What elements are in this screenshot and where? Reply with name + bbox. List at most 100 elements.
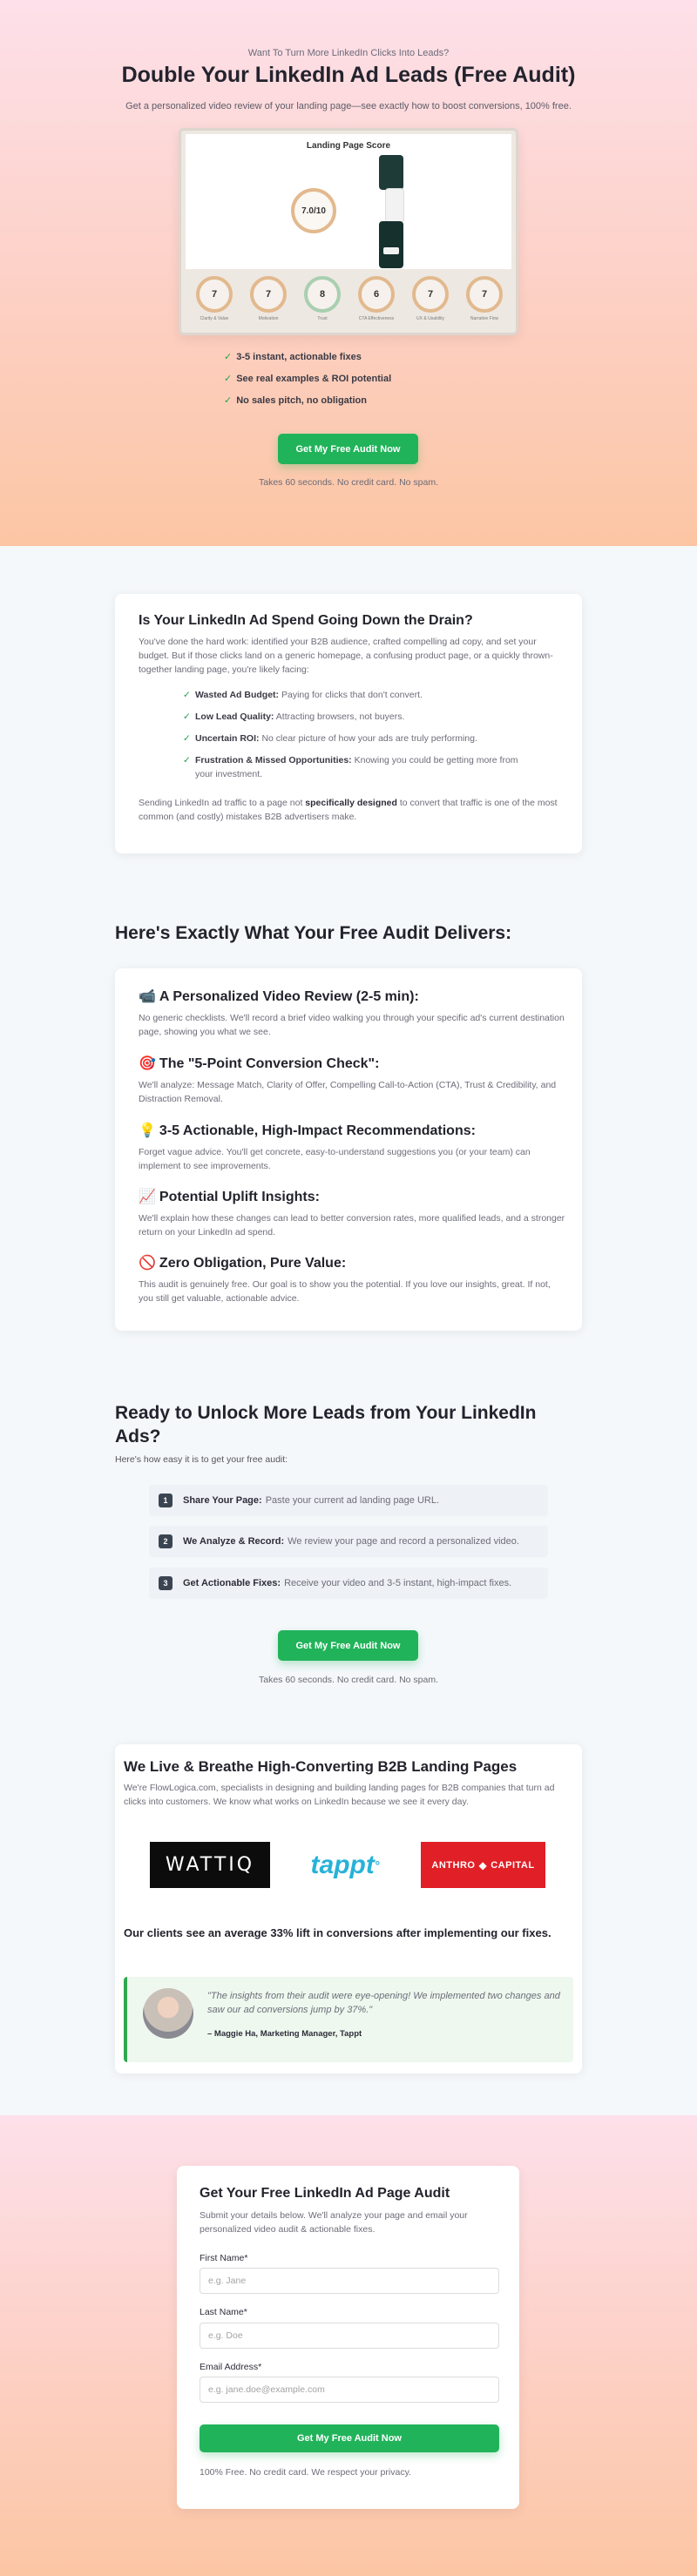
phone-screenshot [379, 221, 403, 268]
cta-note: Takes 60 seconds. No credit card. No spa… [258, 1675, 438, 1685]
score-ring: 8 [304, 276, 341, 313]
deliverable-title: 3-5 Actionable, High-Impact Recommendati… [159, 1123, 476, 1138]
testimonial: "The insights from their audit were eye-… [124, 1977, 573, 2062]
check-icon: ✓ [183, 755, 191, 765]
category-score: 7 Clarity & Value [191, 276, 238, 321]
deliverable-title: Potential Uplift Insights: [159, 1190, 320, 1204]
problem-item: ✓ Low Lead Quality: Attracting browsers, … [183, 711, 405, 722]
problem-intro: You've done the hard work: identified yo… [139, 637, 553, 675]
hero-title: Double Your LinkedIn Ad Leads (Free Audi… [121, 63, 576, 87]
submit-audit-button[interactable]: Get My Free Audit Now [200, 2424, 499, 2452]
category-score: 7 Motivation [245, 276, 292, 321]
score-ring: 6 [358, 276, 395, 313]
testimonial-quote: "The insights from their audit were eye-… [207, 1991, 560, 2015]
deliverable-item: 💡 3-5 Actionable, High-Impact Recommendat… [139, 1122, 565, 1173]
target-icon: 🎯 [139, 1056, 156, 1071]
last-name-label: Last Name* [200, 2307, 247, 2317]
score-ring: 7 [250, 276, 287, 313]
anthro-capital-logo: ANTHRO ◆ CAPITAL [421, 1842, 545, 1888]
problem-list: ✓ Wasted Ad Budget: Paying for clicks tha… [183, 688, 531, 789]
last-name-field[interactable] [200, 2323, 499, 2349]
category-score: 6 CTA Effectiveness [353, 276, 400, 321]
category-scores: 7 Clarity & Value 7 Motivation 8 Trust 6… [186, 273, 511, 334]
about-intro: We're FlowLogica.com, specialists in des… [124, 1783, 555, 1807]
deliverable-item: 📹 A Personalized Video Review (2-5 min): … [139, 988, 565, 1039]
chart-up-icon: 📈 [139, 1190, 156, 1204]
about-title: We Live & Breathe High-Converting B2B La… [124, 1758, 518, 1775]
deliverable-title: Zero Obligation, Pure Value: [159, 1256, 347, 1271]
email-field[interactable] [200, 2377, 499, 2403]
deliverable-text: This audit is genuinely free. Our goal i… [139, 1279, 551, 1304]
deliverable-item: 🚫 Zero Obligation, Pure Value: This audit… [139, 1254, 565, 1305]
check-icon: ✓ [224, 395, 233, 406]
hero-section: Want To Turn More LinkedIn Clicks Into L… [0, 0, 697, 546]
score-label: CTA Effectiveness [358, 316, 395, 321]
problem-title: Is Your LinkedIn Ad Spend Going Down the… [139, 613, 473, 628]
score-ring: 7 [412, 276, 449, 313]
anthro-mark-icon: ◆ [478, 1858, 488, 1871]
score-ring: 7 [466, 276, 503, 313]
avatar [143, 1988, 193, 2039]
check-icon: ✓ [224, 352, 233, 362]
lightbulb-icon: 💡 [139, 1123, 156, 1138]
step-item: 1 Share Your Page: Paste your current ad l… [149, 1485, 548, 1516]
problem-item: ✓ Frustration & Missed Opportunities: Kno… [183, 755, 518, 779]
deliverable-text: We'll explain how these changes can lead… [139, 1213, 565, 1237]
audit-form: Get Your Free LinkedIn Ad Page Audit Sub… [177, 2166, 519, 2509]
first-name-field[interactable] [200, 2268, 499, 2294]
ready-subtitle: Here's how easy it is to get your free a… [115, 1454, 288, 1465]
step-item: 2 We Analyze & Record: We review your page… [149, 1526, 548, 1557]
score-ring: 7 [196, 276, 233, 313]
tappt-mark-icon: ° [374, 1858, 380, 1872]
conversion-stat: Our clients see an average 33% lift in c… [124, 1926, 552, 1939]
step-number: 3 [159, 1576, 173, 1590]
testimonial-author: – Maggie Ha, Marketing Manager, Tappt [207, 2029, 362, 2039]
deliverable-text: No generic checklists. We'll record a br… [139, 1013, 565, 1037]
hero-subtitle: Get a personalized video review of your … [125, 101, 572, 111]
category-score: 7 Narrative Flow [461, 276, 508, 321]
video-camera-icon: 📹 [139, 989, 156, 1004]
deliverable-text: We'll analyze: Message Match, Clarity of… [139, 1080, 557, 1104]
score-label: Narrative Flow [470, 316, 499, 321]
problem-item: ✓ Wasted Ad Budget: Paying for clicks tha… [183, 690, 423, 700]
problem-item: ✓ Uncertain ROI: No clear picture of how … [183, 733, 477, 744]
check-icon: ✓ [183, 733, 191, 744]
benefit-item: ✓ No sales pitch, no obligation [224, 395, 367, 406]
ready-title: Ready to Unlock More Leads from Your Lin… [115, 1403, 537, 1446]
hero-eyebrow: Want To Turn More LinkedIn Clicks Into L… [247, 48, 450, 58]
form-intro: Submit your details below. We'll analyze… [200, 2210, 468, 2235]
form-title: Get Your Free LinkedIn Ad Page Audit [200, 2186, 450, 2201]
about-card: We Live & Breathe High-Converting B2B La… [115, 1744, 582, 2074]
tappt-logo: tappt ° [310, 1850, 380, 1879]
category-score: 7 UX & Usability [407, 276, 454, 321]
delivers-card: 📹 A Personalized Video Review (2-5 min): … [115, 968, 582, 1331]
score-report-top: Landing Page Score 7.0/10 [186, 134, 511, 269]
score-label: UX & Usability [416, 316, 444, 321]
score-label: Clarity & Value [200, 316, 229, 321]
benefit-item: ✓ See real examples & ROI potential [224, 374, 392, 384]
wattiq-logo: WATTIQ [150, 1842, 270, 1888]
deliverable-text: Forget vague advice. You'll get concrete… [139, 1147, 531, 1171]
score-label: Trust [317, 316, 328, 321]
delivers-title: Here's Exactly What Your Free Audit Deli… [115, 923, 512, 943]
check-icon: ✓ [183, 711, 191, 722]
check-icon: ✓ [224, 374, 233, 384]
first-name-label: First Name* [200, 2253, 248, 2263]
deliverable-title: A Personalized Video Review (2-5 min): [159, 989, 419, 1004]
step-number: 2 [159, 1534, 173, 1548]
hero-benefits: ✓ 3-5 instant, actionable fixes ✓ See real… [224, 351, 511, 416]
problem-outro: Sending LinkedIn ad traffic to a page no… [139, 798, 558, 822]
score-label: Motivation [258, 316, 279, 321]
get-audit-button[interactable]: Get My Free Audit Now [278, 434, 418, 464]
mockup-title: Landing Page Score [306, 141, 391, 151]
check-icon: ✓ [183, 690, 191, 700]
step-item: 3 Get Actionable Fixes: Receive your video… [149, 1568, 548, 1599]
phone-screenshot [379, 155, 403, 190]
deliverable-item: 📈 Potential Uplift Insights: We'll explai… [139, 1188, 565, 1239]
get-audit-button[interactable]: Get My Free Audit Now [278, 1630, 418, 1661]
benefit-item: ✓ 3-5 instant, actionable fixes [224, 352, 362, 362]
score-report-mockup: Landing Page Score 7.0/10 7 Clarity & Va… [179, 128, 518, 335]
step-number: 1 [159, 1494, 173, 1507]
phone-screenshot [385, 188, 404, 223]
deliverable-title: The "5-Point Conversion Check": [159, 1056, 380, 1071]
